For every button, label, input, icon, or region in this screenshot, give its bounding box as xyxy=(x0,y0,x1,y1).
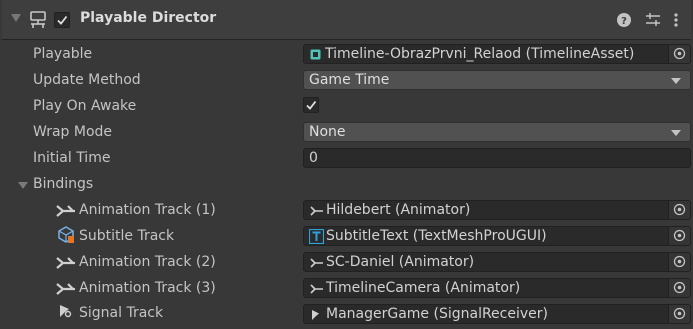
object-picker-icon xyxy=(673,47,686,60)
binding-picker-button[interactable] xyxy=(668,253,690,271)
animator-icon xyxy=(310,258,323,268)
signal-receiver-icon xyxy=(312,310,319,320)
bindings-label[interactable]: Bindings xyxy=(33,176,93,192)
help-icon[interactable]: ? xyxy=(615,11,633,29)
binding-track-label: Subtitle Track xyxy=(79,228,175,244)
foldout-icon[interactable] xyxy=(11,14,21,22)
component-header[interactable]: Playable Director ? xyxy=(2,0,691,40)
binding-value: SubtitleText (TextMeshProUGUI) xyxy=(326,228,547,244)
initial-time-value: 0 xyxy=(309,150,318,166)
component-title: Playable Director xyxy=(80,10,217,26)
playable-field[interactable]: Timeline-ObrazPrvni_Relaod (TimelineAsse… xyxy=(303,44,691,64)
timeline-asset-icon xyxy=(310,49,321,60)
animator-icon xyxy=(310,284,323,294)
playable-director-icon xyxy=(30,11,46,28)
binding-track-label: Animation Track (1) xyxy=(79,202,216,218)
textmeshpro-icon xyxy=(309,229,324,244)
subtitle-track-icon xyxy=(58,226,74,243)
object-picker-icon xyxy=(673,281,686,294)
animator-icon xyxy=(310,206,323,216)
svg-text:?: ? xyxy=(621,16,627,27)
binding-field-signal-track[interactable]: ManagerGame (SignalReceiver) xyxy=(303,304,691,324)
wrap-mode-dropdown[interactable]: None xyxy=(303,122,691,142)
binding-field-subtitle-track[interactable]: SubtitleText (TextMeshProUGUI) xyxy=(303,226,691,246)
binding-picker-button[interactable] xyxy=(668,201,690,219)
play-on-awake-label: Play On Awake xyxy=(33,98,137,114)
binding-value: ManagerGame (SignalReceiver) xyxy=(326,306,548,322)
chevron-down-icon xyxy=(671,78,681,84)
update-method-dropdown[interactable]: Game Time xyxy=(303,70,691,90)
presets-icon[interactable] xyxy=(644,11,662,29)
binding-value: Hildebert (Animator) xyxy=(326,202,471,218)
component-enabled-checkbox[interactable] xyxy=(54,12,70,28)
binding-picker-button[interactable] xyxy=(668,279,690,297)
initial-time-label: Initial Time xyxy=(33,150,111,166)
binding-track-label: Animation Track (3) xyxy=(79,280,216,296)
initial-time-input[interactable]: 0 xyxy=(303,148,691,168)
check-icon xyxy=(306,100,317,110)
wrap-mode-label: Wrap Mode xyxy=(33,124,113,140)
object-picker-icon xyxy=(673,203,686,216)
binding-value: TimelineCamera (Animator) xyxy=(326,280,521,296)
wrap-mode-value: None xyxy=(309,124,346,140)
playable-value: Timeline-ObrazPrvni_Relaod (TimelineAsse… xyxy=(325,46,635,62)
playable-picker-button[interactable] xyxy=(668,45,690,63)
update-method-label: Update Method xyxy=(33,72,141,88)
binding-field-animation-track-2[interactable]: SC-Daniel (Animator) xyxy=(303,252,691,272)
binding-track-label: Animation Track (2) xyxy=(79,254,216,270)
bindings-foldout-icon[interactable] xyxy=(18,182,28,189)
inspector-panel: Playable Director ? Playable Timeline-Ob… xyxy=(2,0,691,327)
animation-track-icon xyxy=(56,283,75,295)
animation-track-icon xyxy=(56,257,75,269)
object-picker-icon xyxy=(673,229,686,242)
binding-track-label: Signal Track xyxy=(79,305,164,321)
binding-value: SC-Daniel (Animator) xyxy=(326,254,475,270)
binding-picker-button[interactable] xyxy=(668,227,690,245)
animation-track-icon xyxy=(56,205,75,217)
binding-picker-button[interactable] xyxy=(668,305,690,323)
playable-label: Playable xyxy=(33,46,93,62)
update-method-value: Game Time xyxy=(309,72,390,88)
more-menu-icon[interactable] xyxy=(671,11,681,29)
object-picker-icon xyxy=(673,307,686,320)
object-picker-icon xyxy=(673,255,686,268)
binding-field-animation-track-3[interactable]: TimelineCamera (Animator) xyxy=(303,278,691,298)
binding-field-animation-track-1[interactable]: Hildebert (Animator) xyxy=(303,200,691,220)
signal-track-icon xyxy=(60,305,72,318)
chevron-down-icon xyxy=(671,130,681,136)
play-on-awake-checkbox[interactable] xyxy=(303,97,319,113)
check-icon xyxy=(57,15,68,25)
